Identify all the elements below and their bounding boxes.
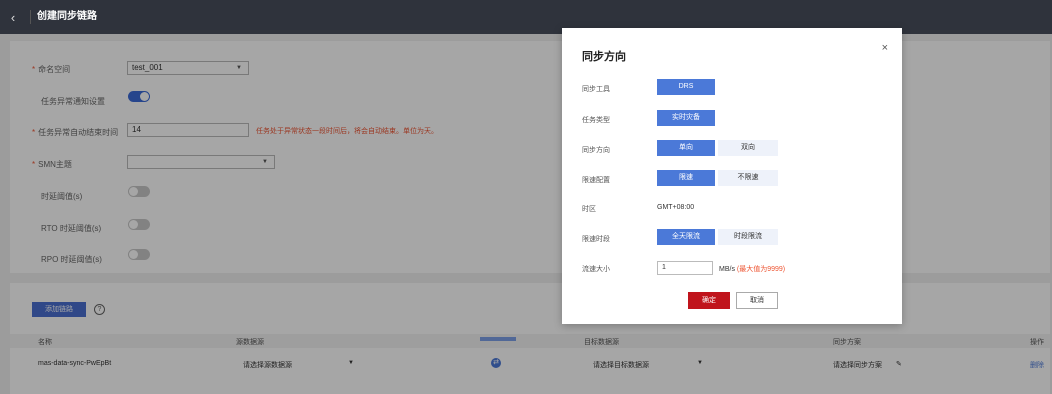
period-time-range[interactable]: 时段限流 <box>718 229 778 245</box>
tool-label: 同步工具 <box>582 86 610 93</box>
flow-label: 流速大小 <box>582 266 610 273</box>
direction-one-way[interactable]: 单向 <box>657 140 715 156</box>
direction-two-way[interactable]: 双向 <box>718 140 778 156</box>
period-label: 限速时段 <box>582 236 610 243</box>
tool-option[interactable]: DRS <box>657 79 715 95</box>
limit-on[interactable]: 限速 <box>657 170 715 186</box>
dialog-title: 同步方向 <box>582 51 626 63</box>
flow-input[interactable]: 1 <box>657 261 713 275</box>
limit-label: 限速配置 <box>582 177 610 184</box>
direction-label: 同步方向 <box>582 147 610 154</box>
type-option[interactable]: 实时灾备 <box>657 110 715 126</box>
close-icon[interactable]: × <box>882 42 888 54</box>
type-label: 任务类型 <box>582 117 610 124</box>
timezone-label: 时区 <box>582 206 596 213</box>
limit-off[interactable]: 不限速 <box>718 170 778 186</box>
period-all-day[interactable]: 全天限流 <box>657 229 715 245</box>
page-title: 创建同步链路 <box>30 10 97 24</box>
chevron-left-icon[interactable]: ‹ <box>0 10 26 25</box>
cancel-button[interactable]: 取消 <box>736 292 778 309</box>
confirm-button[interactable]: 确定 <box>688 292 730 309</box>
timezone-value: GMT+08:00 <box>657 204 695 211</box>
flow-unit: MB/s (最大值为9999) <box>719 266 786 273</box>
sync-direction-dialog: 同步方向 × 同步工具 DRS 任务类型 实时灾备 同步方向 单向 双向 限速配… <box>562 28 902 324</box>
